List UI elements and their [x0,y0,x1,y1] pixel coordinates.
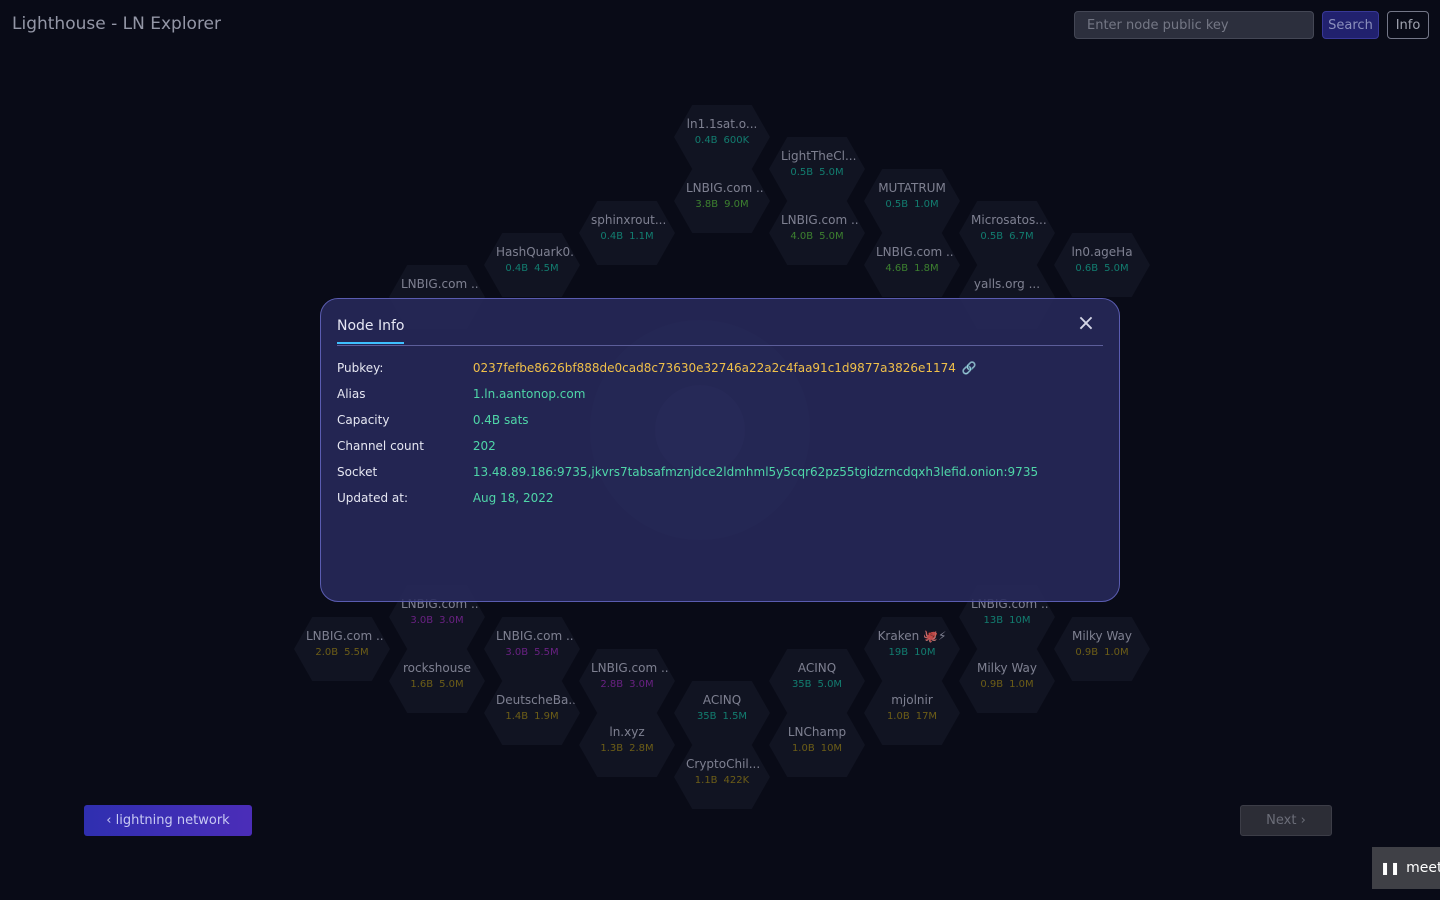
next-button: Next › [1240,805,1332,836]
close-icon[interactable]: × [1075,313,1097,335]
meet-label: meet.g [1406,860,1440,876]
info-label: Alias [337,387,366,401]
modal-title: Node Info [337,318,405,344]
link-icon[interactable]: 🔗 [962,361,977,375]
chevron-right-icon: › [1296,813,1306,828]
back-button-label: lightning network [115,813,230,828]
alias-value: 1.ln.aantonop.com [472,387,586,401]
info-label: Pubkey: [337,361,384,375]
info-row-alias: Alias 1.ln.aantonop.com [337,387,1038,413]
chevron-left-icon: ‹ [106,813,116,828]
info-label: Channel count [337,439,424,453]
info-label: Socket [337,465,378,479]
capacity-value: 0.4B sats [472,413,529,427]
next-button-label: Next [1266,813,1297,828]
socket-value: 13.48.89.186:9735,jkvrs7tabsafmznjdce2ld… [472,465,1039,479]
pubkey-value[interactable]: 0237fefbe8626bf888de0cad8c73630e32746a22… [473,361,956,375]
info-row-channel-count: Channel count 202 [337,439,1038,465]
updated-value: Aug 18, 2022 [472,491,554,505]
info-row-pubkey: Pubkey: 0237fefbe8626bf888de0cad8c73630e… [337,361,1038,387]
channel-count-value: 202 [472,439,496,453]
node-info-rows: Pubkey: 0237fefbe8626bf888de0cad8c73630e… [337,361,1038,517]
info-row-capacity: Capacity 0.4B sats [337,413,1038,439]
pause-icon: ❚❚ [1380,861,1401,875]
info-row-updated: Updated at: Aug 18, 2022 [337,491,1038,517]
back-lightning-network-button[interactable]: ‹ lightning network [84,805,252,836]
info-label: Capacity [337,413,390,427]
node-info-modal: Node Info × Pubkey: 0237fefbe8626bf888de… [320,298,1120,602]
meet-widget[interactable]: ❚❚ meet.g [1372,847,1440,889]
info-row-socket: Socket 13.48.89.186:9735,jkvrs7tabsafmzn… [337,465,1038,491]
info-label: Updated at: [337,491,408,505]
modal-header: Node Info × [337,299,1103,346]
